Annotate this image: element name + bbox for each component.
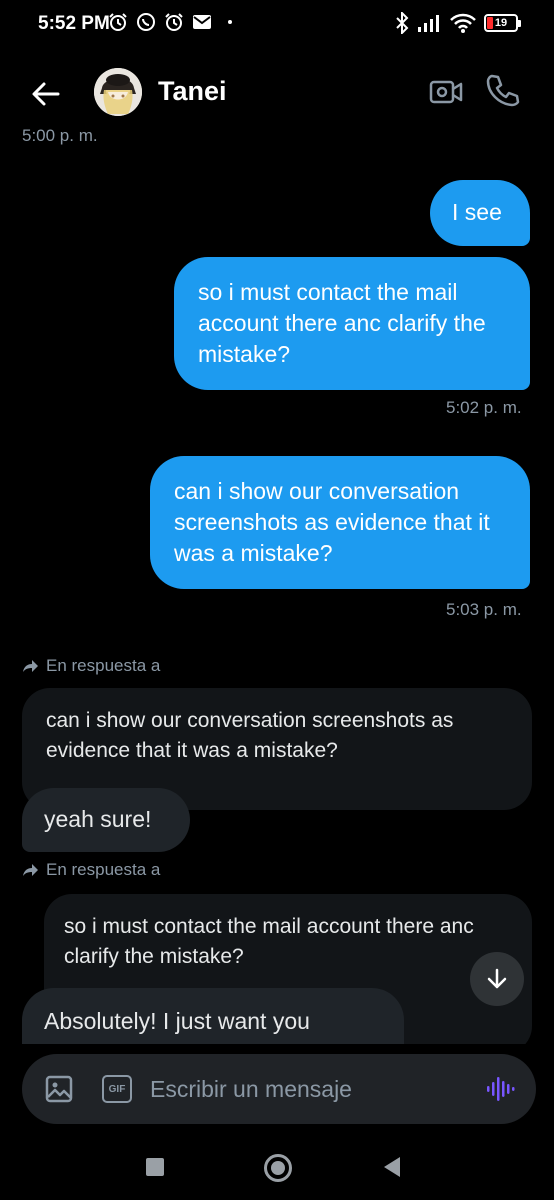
- voice-message-icon[interactable]: [484, 1073, 516, 1105]
- outgoing-message[interactable]: so i must contact the mail account there…: [174, 257, 530, 390]
- reply-label: En respuesta a: [22, 656, 160, 676]
- back-arrow-icon[interactable]: [28, 76, 64, 112]
- image-icon[interactable]: [44, 1074, 74, 1104]
- system-back-button[interactable]: [384, 1157, 400, 1177]
- reply-label: En respuesta a: [22, 860, 160, 880]
- avatar[interactable]: [94, 68, 142, 116]
- message-timestamp: 5:03 p. m.: [446, 600, 522, 619]
- gif-button[interactable]: GIF: [102, 1075, 132, 1103]
- conversation-header: Tanei: [0, 60, 554, 126]
- message-list[interactable]: 5:00 p. m. I see so i must contact the m…: [0, 126, 554, 1044]
- arrow-down-icon: [487, 968, 507, 989]
- reply-label-text: En respuesta a: [46, 656, 161, 675]
- notification-dot: [228, 20, 232, 24]
- home-button[interactable]: [264, 1154, 292, 1182]
- reply-arrow-icon: [23, 864, 38, 876]
- scroll-to-bottom-button[interactable]: [470, 952, 524, 1006]
- avatar-image: [94, 68, 142, 116]
- outgoing-message[interactable]: I see: [430, 180, 530, 246]
- video-call-icon[interactable]: [428, 76, 464, 108]
- whatsapp-icon: [137, 13, 155, 31]
- alarm-icon: [165, 13, 183, 31]
- status-notification-icons: [108, 12, 232, 32]
- bluetooth-icon: [396, 12, 409, 34]
- status-system-icons: 19: [395, 12, 521, 34]
- phone-call-icon[interactable]: [484, 72, 520, 108]
- contact-name[interactable]: Tanei: [158, 76, 227, 107]
- outgoing-message[interactable]: can i show our conversation screenshots …: [150, 456, 530, 589]
- battery-level: 19: [494, 17, 508, 29]
- wifi-icon: [450, 13, 476, 33]
- battery-icon: 19: [484, 14, 521, 32]
- message-timestamp: 5:00 p. m.: [22, 126, 98, 145]
- recents-button[interactable]: [146, 1158, 164, 1176]
- mail-icon: [193, 15, 211, 29]
- alarm-icon: [109, 13, 127, 31]
- status-bar: 5:52 PM 19: [0, 0, 554, 50]
- system-navigation-bar: [0, 1140, 554, 1200]
- reply-arrow-icon: [23, 660, 38, 672]
- reply-label-text: En respuesta a: [46, 860, 161, 879]
- incoming-message[interactable]: yeah sure!: [22, 788, 190, 852]
- message-timestamp: 5:02 p. m.: [446, 398, 522, 417]
- signal-icon: [418, 15, 439, 32]
- incoming-message[interactable]: Absolutely! I just want you: [22, 988, 404, 1044]
- message-composer: GIF: [22, 1054, 536, 1124]
- status-time: 5:52 PM: [38, 13, 110, 34]
- message-input[interactable]: [150, 1072, 450, 1106]
